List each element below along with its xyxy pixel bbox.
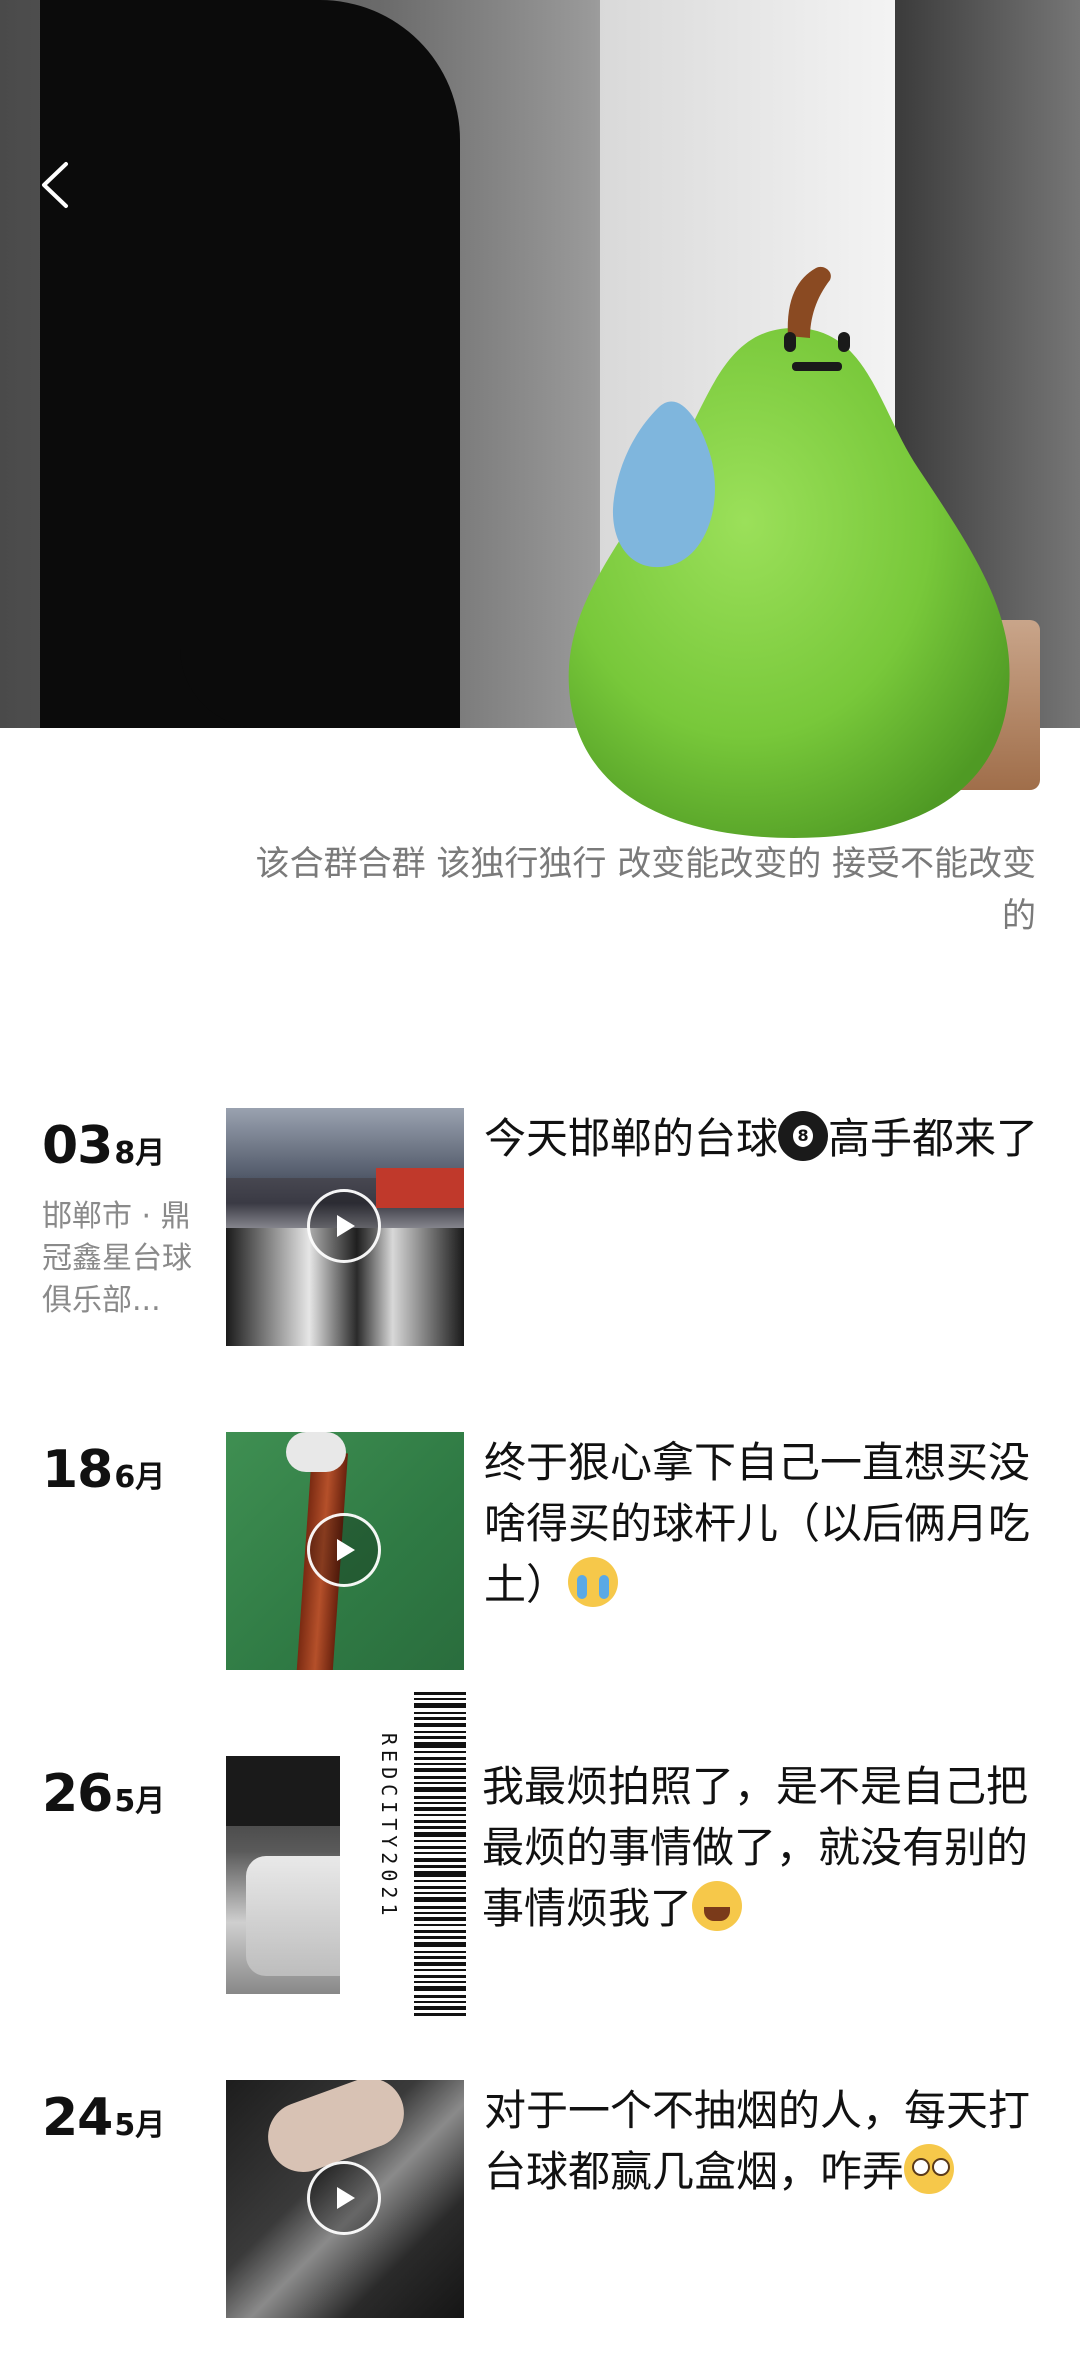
post-month: 5月 [114,1784,166,1819]
post-text-part: 我最烦拍照了，是不是自己把最烦的事情做了，就没有别的事情烦我了 [482,1762,1029,1933]
barcode-bar [414,1951,466,1953]
barcode-bar [414,1906,466,1909]
barcode-bar [414,1956,466,1959]
thumbnail-mask [246,1856,340,1976]
barcode-bar [414,1858,466,1862]
post-text-part: 高手都来了 [828,1114,1039,1163]
barcode-bar [414,1796,466,1799]
barcode-bar [414,1703,466,1708]
post-item[interactable]: 038月 邯郸市 · 鼎冠鑫星台球俱乐部... 今天邯郸的台球 8 高手都来了 [0,1108,1080,1348]
post-thumbnail[interactable] [226,2080,464,2318]
barcode-bar [414,1912,466,1914]
barcode-bar [414,1698,466,1700]
flushed-face-icon [904,2144,955,2194]
cover-figure-leg [180,420,440,728]
barcode-bar [414,1942,466,1947]
thumbnail-hair [226,1756,340,1826]
barcode-bar [414,1768,466,1772]
barcode-bar [414,1787,466,1792]
play-icon[interactable] [307,1513,381,1587]
post-text: 对于一个不抽烟的人，每天打台球都赢几盒烟，咋弄 [484,2080,1044,2202]
barcode-bar [414,1782,466,1784]
post-location: 邯郸市 · 鼎冠鑫星台球俱乐部... [42,1199,192,1318]
post-day: 03 [42,1116,113,1176]
post-item[interactable]: 245月 对于一个不抽烟的人，每天打台球都赢几盒烟，咋弄 [0,2080,1080,2320]
post-date: 245月 [42,2088,165,2148]
post-item[interactable]: 186月 终于狠心拿下自己一直想买没啥得买的球杆儿（以后俩月吃土） [0,1432,1080,1672]
barcode-text: REDCITY2021 [377,1733,401,1920]
barcode-bar [414,2006,466,2010]
barcode-bar [414,1995,466,1998]
post-thumbnail[interactable] [226,1432,464,1670]
post-month: 8月 [114,1136,166,1171]
barcode-bar [414,1717,466,1720]
barcode-bar [414,1802,466,1804]
barcode-bar [414,1692,466,1695]
play-icon[interactable] [307,1189,381,1263]
barcode-bar [414,2001,466,2003]
barcode-bar [414,1930,466,1933]
post-text: 终于狠心拿下自己一直想买没啥得买的球杆儿（以后俩月吃土） [484,1432,1044,1615]
barcode-bar [414,1969,466,1971]
barcode-bar [414,1975,466,1978]
barcode-bar [414,1840,466,1842]
barcode-bar [414,1832,466,1837]
avatar[interactable] [548,258,1040,848]
barcode-bar [414,1936,466,1939]
post-thumbnail[interactable] [226,1108,464,1346]
barcode-bar [414,1807,466,1811]
play-icon[interactable] [307,2161,381,2235]
post-item[interactable]: 265月 我最烦拍照了，是不是自己把最烦的事情做了，就没有别的事情烦我了 [0,1756,1080,1996]
post-date: 265月 [42,1764,165,1824]
barcode-bar [414,1897,466,1902]
barcode-bar [414,1723,466,1727]
barcode-bar [414,1880,466,1882]
thumbnail-banner [376,1168,464,1208]
post-text: 今天邯郸的台球 8 高手都来了 [484,1108,1044,1169]
barcode-bar [414,1981,466,1983]
barcode-bar [414,1814,466,1816]
post-date: 186月 [42,1440,165,1500]
post-thumbnail[interactable] [226,1756,340,1994]
barcode-bar [414,1742,466,1748]
barcode-bar [414,1736,466,1739]
barcode-bar [414,1751,466,1753]
hand-glove [286,1432,346,1472]
barcode-bar [414,1871,466,1877]
barcode-bar [414,1924,466,1926]
post-day: 18 [42,1440,113,1500]
back-button[interactable] [30,150,80,220]
barcode-bar [414,1986,466,1991]
barcode-bar [414,1962,466,1966]
post-text: 我最烦拍照了，是不是自己把最烦的事情做了，就没有别的事情烦我了 [482,1756,1042,1939]
barcode-bar [414,1852,466,1854]
post-text-part: 今天邯郸的台球 [484,1114,779,1163]
post-text-part: 终于狠心拿下自己一直想买没啥得买的球杆儿（以后俩月吃土） [484,1438,1031,1609]
post-day: 26 [42,1764,113,1824]
barcode-bar [414,1712,466,1714]
barcode-sticker: REDCITY2021 [372,1688,468,2020]
barcode-bar [414,1731,466,1733]
profile-bio: 该合群合群 该独行独行 改变能改变的 接受不能改变的 [255,844,1036,936]
post-month: 5月 [114,2108,166,2143]
post-day: 24 [42,2088,113,2148]
crying-face-icon [568,1557,619,1607]
barcode-bar [414,1820,466,1823]
barcode-bar [414,1865,466,1868]
barcode-bar [414,1846,466,1849]
barcode-bar [414,1763,466,1765]
barcode-bar [414,2013,466,2016]
barcode-bar [414,1826,466,1829]
post-date: 038月 [42,1116,165,1176]
barcode-bar [414,1892,466,1894]
8-ball-icon: 8 [778,1111,829,1161]
chevron-left-icon [42,162,68,208]
post-month: 6月 [114,1460,166,1495]
tired-face-icon [692,1881,743,1931]
barcode-bar [414,1886,466,1889]
barcode-bar [414,1917,466,1921]
barcode-bar [414,1757,466,1760]
barcode-bar [414,1776,466,1779]
